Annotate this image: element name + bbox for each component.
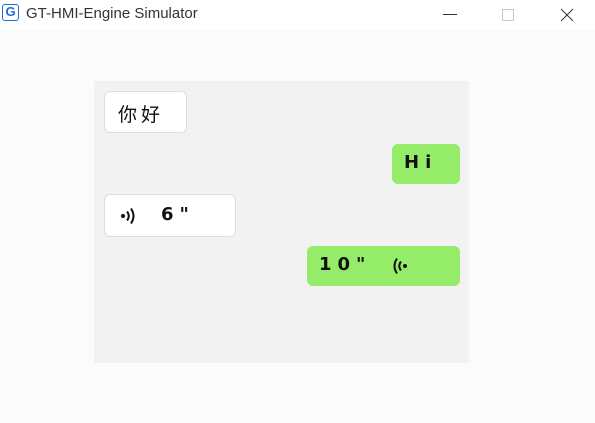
minimize-button[interactable] [428, 0, 472, 30]
message-text: 你好 [118, 104, 165, 126]
voice-duration: 10" [319, 254, 372, 275]
app-logo-icon: G [2, 4, 19, 21]
close-icon [560, 8, 574, 22]
title-bar: G GT-HMI-Engine Simulator [0, 0, 595, 30]
voice-wave-icon [121, 207, 135, 225]
voice-duration: 6" [161, 204, 195, 225]
minimize-icon [443, 14, 457, 15]
chat-message-incoming[interactable]: 你好 [104, 91, 187, 133]
maximize-button[interactable] [486, 0, 530, 30]
window-title: GT-HMI-Engine Simulator [26, 5, 198, 22]
message-text: Hi [404, 152, 438, 173]
chat-message-outgoing[interactable]: Hi [392, 144, 460, 184]
voice-message-incoming[interactable]: 6" [104, 194, 236, 237]
voice-wave-icon [393, 257, 407, 275]
close-button[interactable] [545, 0, 589, 30]
maximize-icon [502, 9, 514, 21]
voice-message-outgoing[interactable]: 10" [307, 246, 460, 286]
